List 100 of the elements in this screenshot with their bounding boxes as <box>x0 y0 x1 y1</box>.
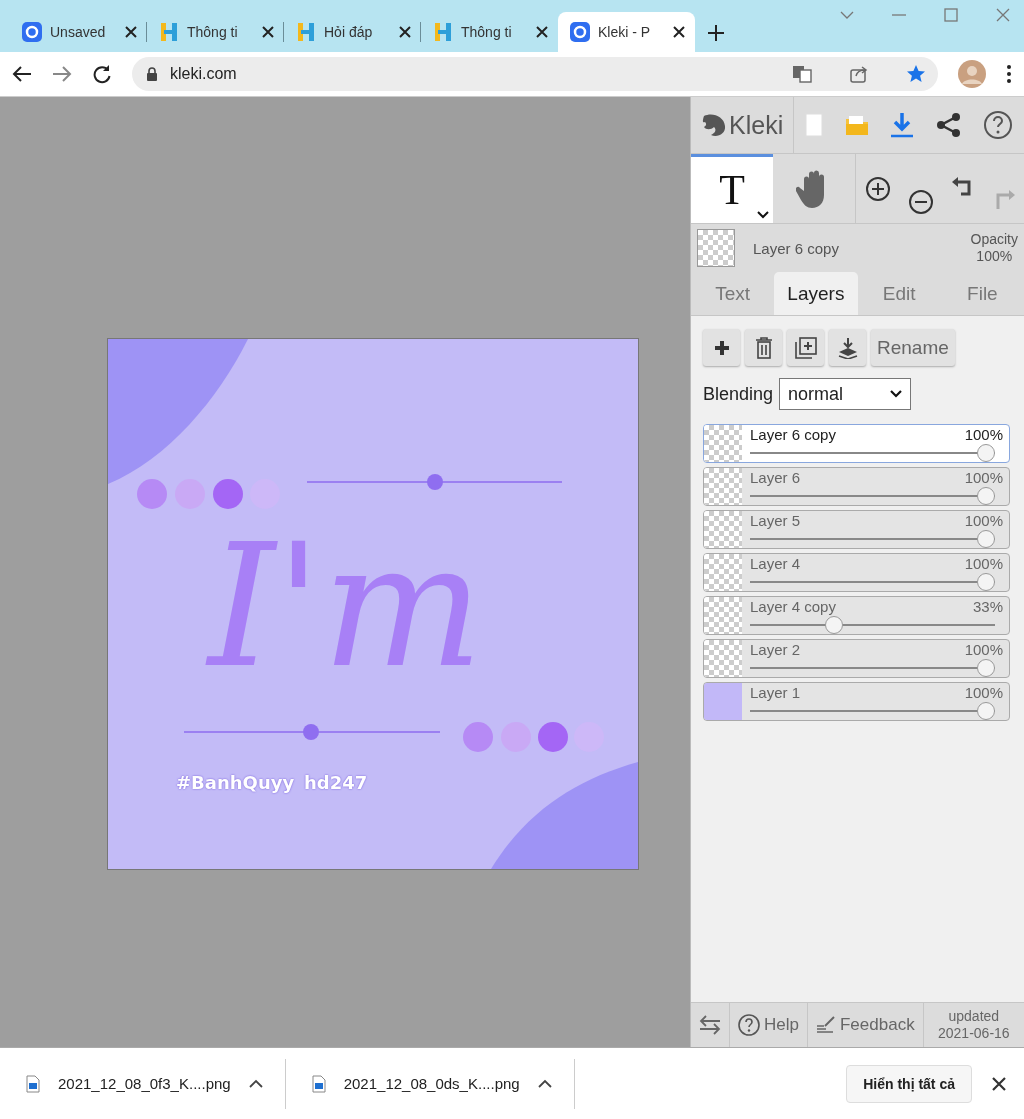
add-layer-button[interactable] <box>703 329 740 366</box>
layer-item[interactable]: Layer 4 copy 33% <box>703 596 1010 635</box>
slider-thumb[interactable] <box>977 573 995 591</box>
close-icon[interactable] <box>673 26 685 38</box>
forward-icon[interactable] <box>52 65 72 83</box>
close-icon[interactable] <box>992 1076 1006 1091</box>
layer-opacity: 100% <box>964 512 1003 530</box>
layer-opacity: 100% <box>964 684 1003 702</box>
help-icon <box>738 1014 760 1036</box>
image-file-icon[interactable] <box>311 1074 326 1093</box>
layer-thumbnail <box>704 425 742 462</box>
blending-select[interactable]: normal <box>779 378 912 410</box>
lock-icon <box>146 67 158 81</box>
star-icon[interactable] <box>906 64 926 84</box>
help-icon[interactable] <box>983 110 1014 140</box>
zoom-in-icon[interactable] <box>864 175 891 202</box>
back-icon[interactable] <box>12 65 32 83</box>
opacity-value: 100% <box>975 248 1014 265</box>
address-field[interactable]: kleki.com <box>132 57 938 91</box>
layer-opacity: 100% <box>964 641 1003 659</box>
layer-opacity: 100% <box>964 426 1003 444</box>
slider-thumb[interactable] <box>977 487 995 505</box>
layer-item[interactable]: Layer 4 100% <box>703 553 1010 592</box>
layer-item[interactable]: Layer 1 100% <box>703 682 1010 721</box>
more-menu-icon[interactable] <box>1006 64 1012 84</box>
blending-label: Blending <box>703 383 774 405</box>
chevron-down-icon <box>890 390 903 398</box>
trash-icon <box>754 336 773 359</box>
share-icon[interactable] <box>850 65 868 83</box>
merge-layer-button[interactable] <box>829 329 866 366</box>
duplicate-layer-button[interactable] <box>787 329 824 366</box>
layer-name: Layer 4 <box>750 555 801 573</box>
layer-item[interactable]: Layer 2 100% <box>703 639 1010 678</box>
zoom-out-icon[interactable] <box>907 188 934 215</box>
pencil-lines-icon <box>815 1016 836 1034</box>
url-text: kleki.com <box>170 65 237 83</box>
letter-h-icon[interactable] <box>433 22 453 42</box>
caret-down-icon <box>757 211 769 219</box>
opacity-label: Opacity <box>970 231 1018 248</box>
close-icon[interactable] <box>536 26 548 38</box>
chevron-down-icon[interactable] <box>840 10 854 20</box>
layer-name: Layer 6 <box>750 469 801 487</box>
browser-tab[interactable]: Hỏi đáp <box>284 12 421 52</box>
close-icon[interactable] <box>262 26 274 38</box>
slider-thumb[interactable] <box>977 530 995 548</box>
browser-tab[interactable]: Thông ti <box>147 12 284 52</box>
artwork-caption: hd247 <box>304 772 368 793</box>
browser-tab[interactable]: Unsaved <box>10 12 147 52</box>
slider-thumb[interactable] <box>977 702 995 720</box>
close-icon[interactable] <box>125 26 137 38</box>
plus-icon <box>713 339 730 356</box>
caret-up-icon[interactable] <box>537 1079 552 1088</box>
updated-label: updated <box>947 1008 1001 1025</box>
layer-name: Layer 4 copy <box>750 598 836 616</box>
slider-thumb[interactable] <box>824 616 843 634</box>
avatar-icon[interactable] <box>958 60 986 88</box>
layer-item[interactable]: Layer 6 100% <box>703 467 1010 506</box>
show-all-button[interactable]: Hiển thị tất cả <box>846 1064 972 1103</box>
new-tab-icon[interactable] <box>707 24 725 42</box>
letter-h-icon[interactable] <box>296 22 316 42</box>
layer-name: Layer 5 <box>750 512 801 530</box>
browser-tab[interactable]: Thông ti <box>421 12 558 52</box>
layer-item[interactable]: Layer 5 100% <box>703 510 1010 549</box>
image-file-icon[interactable] <box>26 1074 40 1093</box>
letter-h-icon[interactable] <box>159 22 179 42</box>
artwork-caption: #BanhQuyy <box>176 772 295 793</box>
panel-tab[interactable]: Layers <box>774 272 858 315</box>
text-tool[interactable]: T <box>691 154 773 223</box>
layer-thumbnail <box>704 640 742 677</box>
download-file-name[interactable]: 2021_12_08_0ds_K....png <box>343 1075 520 1092</box>
layer-thumbnail <box>704 468 742 505</box>
download-file-name[interactable]: 2021_12_08_0f3_K....png <box>58 1075 231 1092</box>
layer-opacity: 33% <box>972 598 1003 616</box>
rename-button[interactable]: Rename <box>871 329 955 366</box>
layer-thumbnail <box>704 683 742 720</box>
slider-thumb[interactable] <box>977 659 995 677</box>
layer-name: Layer 6 copy <box>750 426 836 444</box>
layer-name: Layer 2 <box>750 641 801 659</box>
layer-opacity: 100% <box>964 555 1003 573</box>
layer-thumbnail <box>704 554 742 591</box>
layer-thumbnail <box>704 597 742 634</box>
layer-thumbnail <box>704 511 742 548</box>
translate-icon[interactable] <box>792 65 812 83</box>
reload-icon[interactable] <box>92 64 112 84</box>
download-icon[interactable] <box>890 112 915 138</box>
layer-item[interactable]: Layer 6 copy 100% <box>703 424 1010 463</box>
layer-thumbnail <box>697 229 735 267</box>
merge-icon <box>836 336 859 359</box>
layer-name: Layer 1 <box>750 684 801 702</box>
browser-tab[interactable]: Kleki - P <box>558 12 695 52</box>
delete-layer-button[interactable] <box>745 329 782 366</box>
close-icon[interactable] <box>399 26 411 38</box>
layer-opacity: 100% <box>964 469 1003 487</box>
swap-icon <box>699 1015 721 1035</box>
share-icon[interactable] <box>935 112 962 138</box>
duplicate-icon <box>794 336 817 359</box>
layer-name: Layer 6 copy <box>753 239 839 257</box>
slider-thumb[interactable] <box>977 444 995 462</box>
updated-date: 2021-06-16 <box>937 1025 1011 1042</box>
caret-up-icon[interactable] <box>248 1079 263 1088</box>
